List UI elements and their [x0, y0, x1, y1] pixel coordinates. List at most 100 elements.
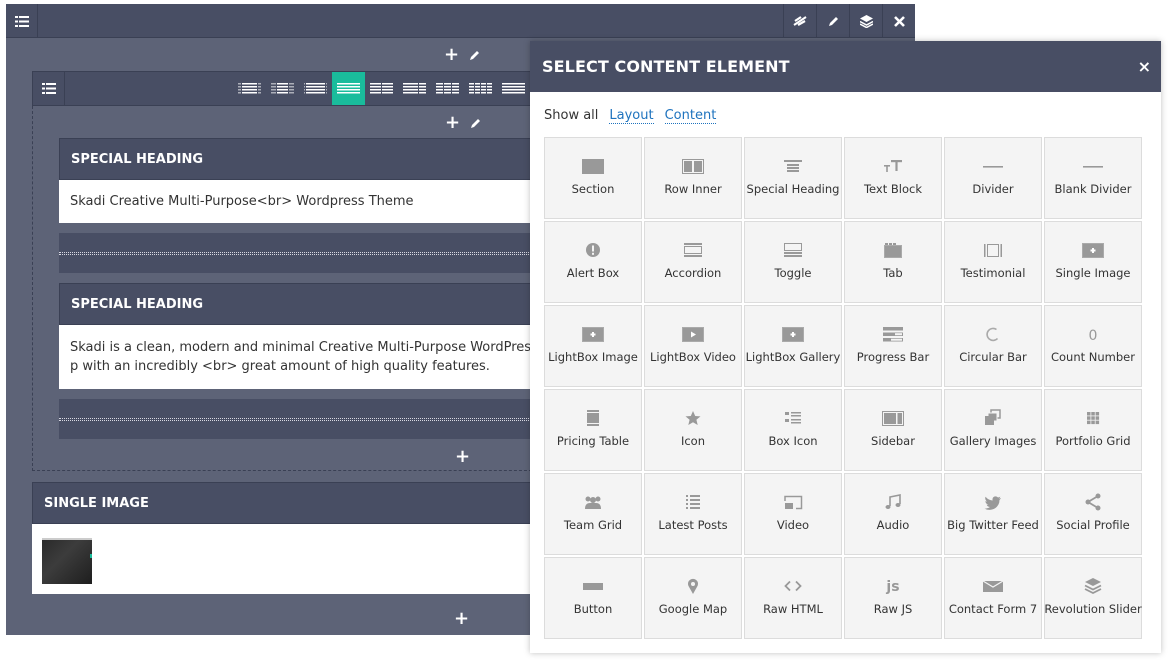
element-option-raw-html[interactable]: Raw HTML	[744, 557, 842, 639]
element-option-label: Row Inner	[664, 182, 722, 196]
element-option-label: Testimonial	[960, 266, 1026, 280]
element-option-raw-js[interactable]: js Raw JS	[844, 557, 942, 639]
divider-element[interactable]	[59, 233, 543, 273]
hide-icon	[793, 16, 807, 26]
layout-option[interactable]	[266, 72, 299, 105]
element-option-video[interactable]: Video	[744, 473, 842, 555]
element-option-section[interactable]: Section	[544, 137, 642, 219]
pencil-icon[interactable]	[469, 50, 480, 61]
element-option-icon[interactable]: Icon	[644, 389, 742, 471]
text-line: p with an incredibly <br> great amount o…	[70, 359, 490, 374]
element-option-label: Portfolio Grid	[1055, 434, 1131, 448]
pencil-icon[interactable]	[470, 118, 481, 129]
music-icon	[879, 492, 907, 512]
modal-header: SELECT CONTENT ELEMENT ×	[530, 41, 1161, 92]
cast-icon	[779, 492, 807, 512]
layout-option[interactable]	[299, 72, 332, 105]
element-option-button[interactable]: Button	[544, 557, 642, 639]
add-row-button[interactable]: +	[444, 46, 459, 64]
layout-option[interactable]	[431, 72, 464, 105]
add-section-button[interactable]: +	[454, 610, 469, 628]
element-option-label: Revolution Slider	[1044, 602, 1142, 616]
layout-option[interactable]	[233, 72, 266, 105]
element-option-text-block[interactable]: Text Block	[844, 137, 942, 219]
team-icon	[579, 492, 607, 512]
layers-icon	[1079, 576, 1107, 596]
single-image-header[interactable]: SINGLE IMAGE	[32, 482, 542, 524]
element-option-revolution-slider[interactable]: Revolution Slider	[1044, 557, 1142, 639]
image-plus-icon	[579, 324, 607, 344]
list-icon	[41, 83, 56, 94]
element-option-team-grid[interactable]: Team Grid	[544, 473, 642, 555]
element-option-count-number[interactable]: 0 Count Number	[1044, 305, 1142, 387]
element-option-blank-divider[interactable]: Blank Divider	[1044, 137, 1142, 219]
filter-content[interactable]: Content	[664, 108, 717, 124]
element-option-audio[interactable]: Audio	[844, 473, 942, 555]
element-option-lightbox-video[interactable]: LightBox Video	[644, 305, 742, 387]
column-layout-icon	[369, 82, 393, 93]
element-option-sidebar[interactable]: Sidebar	[844, 389, 942, 471]
element-option-single-image[interactable]: Single Image	[1044, 221, 1142, 303]
element-option-testimonial[interactable]: Testimonial	[944, 221, 1042, 303]
element-option-label: Button	[573, 602, 613, 616]
close-builder-button[interactable]	[882, 4, 915, 38]
element-option-divider[interactable]: Divider	[944, 137, 1042, 219]
element-option-lightbox-gallery[interactable]: LightBox Gallery	[744, 305, 842, 387]
element-header[interactable]: SPECIAL HEADING	[59, 283, 543, 325]
element-option-social-profile[interactable]: Social Profile	[1044, 473, 1142, 555]
image-thumbnail[interactable]	[42, 538, 92, 584]
layers-icon	[859, 14, 873, 28]
add-element-button[interactable]: +	[455, 448, 470, 466]
modal-close-button[interactable]: ×	[1138, 41, 1151, 92]
element-option-gallery-images[interactable]: Gallery Images	[944, 389, 1042, 471]
element-option-row-inner[interactable]: Row Inner	[644, 137, 742, 219]
element-option-contact-form-7[interactable]: Contact Form 7	[944, 557, 1042, 639]
element-option-latest-posts[interactable]: Latest Posts	[644, 473, 742, 555]
pencil-icon	[828, 16, 838, 26]
element-option-label: Special Heading	[746, 182, 840, 196]
filter-layout[interactable]: Layout	[609, 108, 654, 124]
row-menu-button[interactable]	[33, 72, 65, 105]
layout-option[interactable]	[332, 72, 365, 105]
layout-option[interactable]	[464, 72, 497, 105]
filter-tabs: Show all Layout Content	[544, 108, 717, 124]
element-option-lightbox-image[interactable]: LightBox Image	[544, 305, 642, 387]
element-option-label: Progress Bar	[856, 350, 930, 364]
column-layout-icon	[435, 82, 459, 93]
element-option-label: Accordion	[664, 266, 722, 280]
toggle-visibility-button[interactable]	[783, 4, 816, 38]
layout-option[interactable]	[497, 72, 530, 105]
builder-top-bar	[6, 4, 915, 38]
element-option-box-icon[interactable]: Box Icon	[744, 389, 842, 471]
element-option-portfolio-grid[interactable]: Portfolio Grid	[1044, 389, 1142, 471]
element-option-special-heading[interactable]: Special Heading	[744, 137, 842, 219]
element-option-pricing-table[interactable]: Pricing Table	[544, 389, 642, 471]
element-option-label: Text Block	[863, 182, 923, 196]
column-layout-icon	[501, 82, 525, 93]
element-option-label: Raw HTML	[763, 602, 823, 616]
layout-option[interactable]	[365, 72, 398, 105]
image-plus-icon	[1079, 240, 1107, 260]
element-option-label: Raw JS	[873, 602, 913, 616]
layout-option[interactable]	[398, 72, 431, 105]
element-option-big-twitter-feed[interactable]: Big Twitter Feed	[944, 473, 1042, 555]
element-text: Skadi Creative Multi-Purpose<br> Wordpre…	[59, 180, 543, 223]
add-element-button[interactable]: +	[445, 114, 460, 132]
element-option-google-map[interactable]: Google Map	[644, 557, 742, 639]
layers-button[interactable]	[849, 4, 882, 38]
image-plus-icon	[779, 324, 807, 344]
element-header[interactable]: SPECIAL HEADING	[59, 138, 543, 180]
element-option-circular-bar[interactable]: Circular Bar	[944, 305, 1042, 387]
builder-actions	[783, 4, 915, 38]
element-option-tab[interactable]: Tab	[844, 221, 942, 303]
element-option-label: Blank Divider	[1054, 182, 1132, 196]
element-option-label: LightBox Video	[650, 350, 736, 364]
element-option-accordion[interactable]: Accordion	[644, 221, 742, 303]
filter-show-all[interactable]: Show all	[544, 108, 598, 124]
divider-element[interactable]	[59, 399, 543, 439]
builder-menu-button[interactable]	[6, 4, 38, 38]
element-option-alert-box[interactable]: Alert Box	[544, 221, 642, 303]
edit-button[interactable]	[816, 4, 849, 38]
element-option-toggle[interactable]: Toggle	[744, 221, 842, 303]
element-option-progress-bar[interactable]: Progress Bar	[844, 305, 942, 387]
